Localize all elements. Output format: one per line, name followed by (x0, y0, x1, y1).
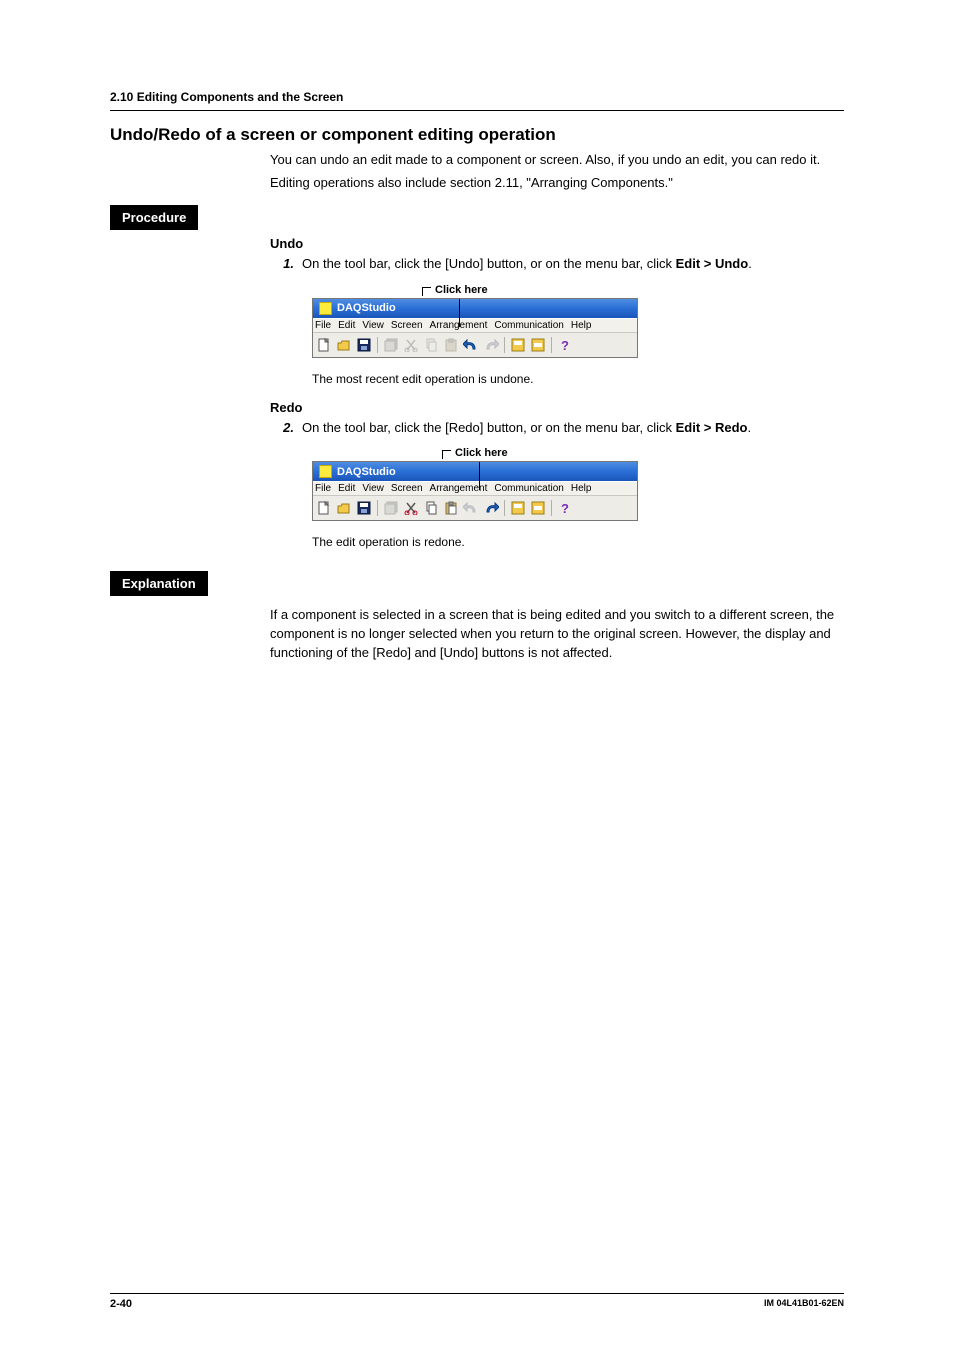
component-icon-1[interactable] (509, 499, 527, 517)
menu-view[interactable]: View (362, 483, 384, 494)
callout-bracket-icon (422, 287, 431, 296)
explanation-paragraph: If a component is selected in a screen t… (270, 606, 844, 663)
app-icon (319, 302, 332, 315)
toolbar-separator (551, 500, 552, 516)
step-2-number: 2. (270, 419, 294, 438)
callout-bracket-icon (442, 450, 451, 459)
toolbar-separator (377, 500, 378, 516)
step-1-pre: On the tool bar, click the [Undo] button… (302, 256, 676, 271)
intro-paragraph-1: You can undo an edit made to a component… (270, 151, 844, 170)
open-icon[interactable] (335, 336, 353, 354)
toolbar-separator (551, 337, 552, 353)
save-icon[interactable] (355, 499, 373, 517)
toolbar-separator (504, 500, 505, 516)
window-title: DAQStudio (337, 466, 396, 478)
header-rule (110, 110, 844, 111)
menu-file[interactable]: File (315, 483, 331, 494)
paste-icon (442, 336, 460, 354)
open-icon[interactable] (335, 499, 353, 517)
step-2-post: . (747, 420, 751, 435)
section-header: 2.10 Editing Components and the Screen (110, 90, 844, 104)
menu-communication[interactable]: Communication (494, 483, 563, 494)
step-1-bold: Edit > Undo (676, 256, 749, 271)
step-2-pre: On the tool bar, click the [Redo] button… (302, 420, 676, 435)
copy-icon[interactable] (422, 499, 440, 517)
menu-communication[interactable]: Communication (494, 320, 563, 331)
paste-icon[interactable] (442, 499, 460, 517)
undo-click-here-text: Click here (435, 284, 488, 296)
redo-icon (482, 336, 500, 354)
explanation-label: Explanation (110, 571, 208, 596)
redo-icon[interactable] (482, 499, 500, 517)
step-1: 1. On the tool bar, click the [Undo] but… (270, 255, 844, 274)
menu-help[interactable]: Help (571, 483, 592, 494)
page-footer: 2-40 IM 04L41B01-62EN (110, 1293, 844, 1310)
window-title: DAQStudio (337, 302, 396, 314)
undo-icon (462, 499, 480, 517)
toolbar-separator (504, 337, 505, 353)
window-titlebar: DAQStudio (313, 299, 637, 318)
intro-paragraph-2: Editing operations also include section … (270, 174, 844, 193)
redo-heading: Redo (270, 400, 844, 415)
redo-screenshot: DAQStudio File Edit View Screen Arrangem… (312, 461, 638, 521)
undo-result: The most recent edit operation is undone… (312, 372, 844, 386)
new-icon[interactable] (315, 499, 333, 517)
undo-screenshot: DAQStudio File Edit View Screen Arrangem… (312, 298, 638, 358)
component-icon-2[interactable] (529, 336, 547, 354)
menu-help[interactable]: Help (571, 320, 592, 331)
menu-screen[interactable]: Screen (391, 483, 423, 494)
help-icon[interactable]: ? (556, 336, 574, 354)
procedure-label: Procedure (110, 205, 198, 230)
toolbar: ? (313, 496, 637, 520)
undo-icon[interactable] (462, 336, 480, 354)
redo-click-here-text: Click here (455, 447, 508, 459)
component-icon-2[interactable] (529, 499, 547, 517)
step-2: 2. On the tool bar, click the [Redo] but… (270, 419, 844, 438)
component-icon-1[interactable] (509, 336, 527, 354)
cut-icon (402, 336, 420, 354)
new-icon[interactable] (315, 336, 333, 354)
callout-pointer-line (459, 299, 460, 327)
save-all-icon (382, 336, 400, 354)
toolbar: ? (313, 333, 637, 357)
doc-id: IM 04L41B01-62EN (764, 1298, 844, 1310)
menu-bar: File Edit View Screen Arrangement Commun… (313, 481, 637, 496)
menu-view[interactable]: View (362, 320, 384, 331)
svg-text:?: ? (561, 501, 569, 515)
step-1-number: 1. (270, 255, 294, 274)
toolbar-separator (377, 337, 378, 353)
undo-heading: Undo (270, 236, 844, 251)
help-icon[interactable]: ? (556, 499, 574, 517)
menu-bar: File Edit View Screen Arrangement Commun… (313, 318, 637, 333)
app-icon (319, 465, 332, 478)
menu-file[interactable]: File (315, 320, 331, 331)
copy-icon (422, 336, 440, 354)
redo-result: The edit operation is redone. (312, 535, 844, 549)
step-1-text: On the tool bar, click the [Undo] button… (302, 255, 844, 274)
save-all-icon (382, 499, 400, 517)
undo-click-here-label: Click here (422, 284, 954, 296)
page-title: Undo/Redo of a screen or component editi… (110, 125, 844, 145)
menu-screen[interactable]: Screen (391, 320, 423, 331)
cut-icon[interactable] (402, 499, 420, 517)
redo-click-here-label: Click here (442, 447, 954, 459)
step-2-text: On the tool bar, click the [Redo] button… (302, 419, 844, 438)
save-icon[interactable] (355, 336, 373, 354)
page-number: 2-40 (110, 1298, 132, 1310)
window-titlebar: DAQStudio (313, 462, 637, 481)
step-1-post: . (748, 256, 752, 271)
menu-edit[interactable]: Edit (338, 483, 355, 494)
step-2-bold: Edit > Redo (676, 420, 748, 435)
callout-pointer-line (479, 462, 480, 490)
menu-edit[interactable]: Edit (338, 320, 355, 331)
svg-text:?: ? (561, 338, 569, 352)
